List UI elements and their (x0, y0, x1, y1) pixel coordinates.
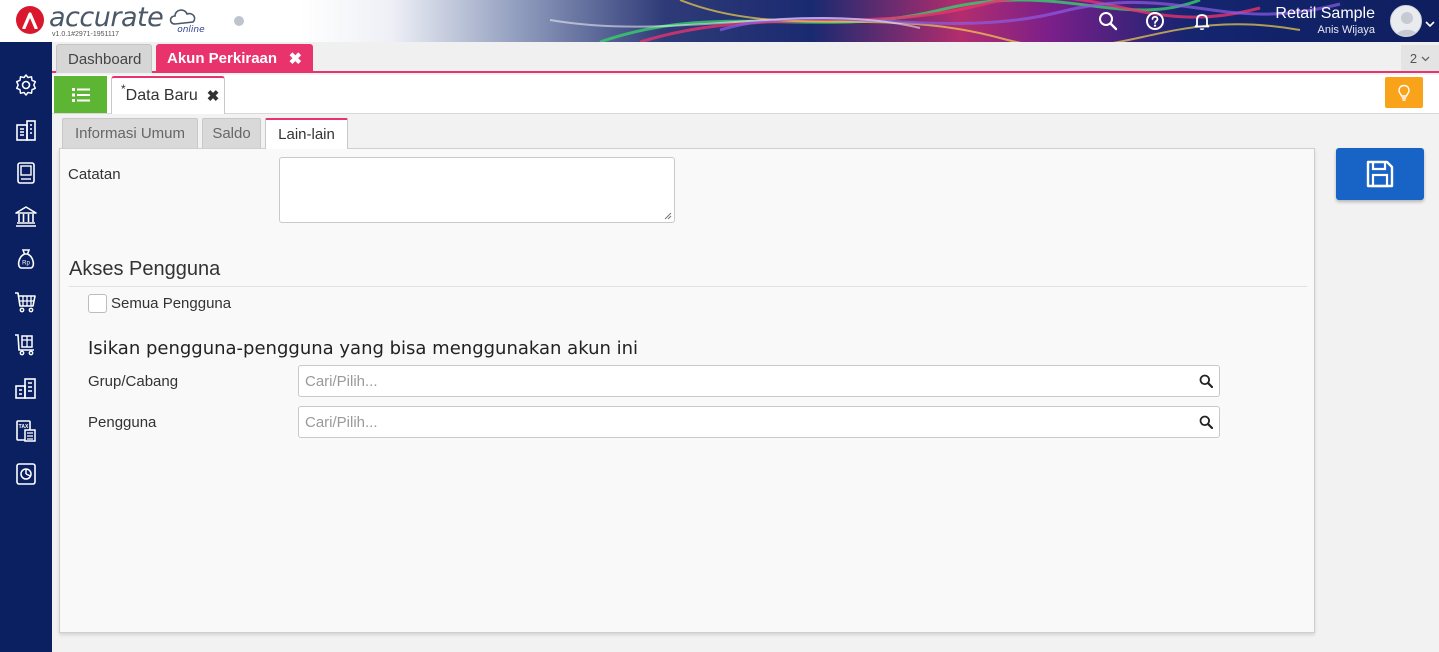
close-icon[interactable]: ✖ (289, 49, 302, 69)
bank-icon[interactable] (13, 203, 39, 229)
bell-icon[interactable] (1191, 10, 1213, 32)
search-icon[interactable] (1097, 10, 1119, 32)
list-icon (71, 87, 90, 102)
tab-dashboard-label: Dashboard (68, 50, 142, 68)
form-panel: Catatan Akses Pengguna Semua Pengguna Is… (59, 148, 1315, 633)
logo-online: online (177, 25, 205, 35)
ledger-icon[interactable] (13, 160, 39, 186)
tab-saldo-label: Saldo (212, 125, 251, 142)
logo-text: accurate (49, 2, 164, 33)
svg-text:Rp: Rp (22, 261, 30, 267)
unsaved-marker: * (121, 82, 126, 96)
sidebar: Rp TAX (0, 42, 52, 652)
grup-cabang-lookup[interactable] (298, 365, 1220, 397)
money-bag-icon[interactable]: Rp (13, 246, 39, 272)
module-tab-strip: Dashboard Akun Perkiraan ✖ 2 (52, 42, 1439, 73)
pengguna-instructions: Isikan pengguna-pengguna yang bisa mengg… (88, 338, 639, 359)
close-icon[interactable]: ✖ (207, 87, 220, 105)
logo-mark-icon (16, 6, 44, 34)
app-header: accurate online v1.0.1#2971-1951117 Reta… (0, 0, 1439, 42)
help-icon[interactable] (1144, 10, 1166, 32)
grup-cabang-input[interactable] (299, 366, 1179, 396)
avatar[interactable] (1390, 5, 1422, 37)
open-tabs-dropdown[interactable]: 2 (1401, 45, 1439, 71)
inventory-icon[interactable] (13, 375, 39, 401)
document-tab-bar: * Data Baru ✖ (52, 75, 1439, 114)
catatan-textarea[interactable] (279, 157, 675, 223)
pengguna-input[interactable] (299, 407, 1179, 437)
floppy-disk-icon (1366, 160, 1394, 188)
chevron-down-icon[interactable] (1425, 15, 1435, 33)
grup-cabang-label: Grup/Cabang (88, 373, 179, 390)
status-dot (234, 16, 244, 26)
tab-data-baru[interactable]: * Data Baru ✖ (111, 76, 225, 114)
lightbulb-icon (1398, 84, 1410, 101)
tab-lain-lain[interactable]: Lain-lain (265, 118, 348, 149)
gear-icon[interactable] (13, 72, 39, 98)
save-button[interactable] (1336, 148, 1424, 200)
open-tabs-count: 2 (1409, 50, 1418, 66)
chevron-down-icon (1421, 56, 1430, 61)
tab-saldo[interactable]: Saldo (202, 118, 261, 148)
section-divider (69, 286, 1307, 287)
report-icon[interactable] (13, 461, 39, 487)
tab-informasi-umum[interactable]: Informasi Umum (62, 118, 198, 148)
svg-text:TAX: TAX (19, 424, 29, 430)
catatan-label: Catatan (68, 166, 121, 183)
purchase-icon[interactable] (13, 332, 39, 358)
header-banner (300, 0, 1439, 42)
semua-pengguna-checkbox[interactable] (88, 294, 107, 313)
tax-icon[interactable]: TAX (13, 418, 39, 444)
semua-pengguna-label[interactable]: Semua Pengguna (111, 295, 231, 312)
section-akses-pengguna: Akses Pengguna (69, 258, 221, 280)
tips-button[interactable] (1385, 77, 1423, 108)
accurate-logo[interactable]: accurate online (16, 2, 205, 35)
company-name: Retail Sample (1275, 5, 1375, 22)
tab-data-baru-label: Data Baru (125, 87, 198, 104)
search-icon[interactable] (1199, 374, 1213, 388)
tab-akun-perkiraan[interactable]: Akun Perkiraan ✖ (156, 44, 313, 73)
company-icon[interactable] (13, 117, 39, 143)
company-switcher[interactable]: Retail Sample Anis Wijaya (1275, 5, 1375, 36)
resize-handle-icon[interactable] (664, 212, 672, 220)
cart-icon[interactable] (13, 289, 39, 315)
tab-akun-perkiraan-label: Akun Perkiraan (167, 50, 278, 67)
list-view-button[interactable] (54, 76, 107, 113)
tab-informasi-umum-label: Informasi Umum (74, 125, 186, 142)
user-name: Anis Wijaya (1317, 24, 1375, 36)
search-icon[interactable] (1199, 415, 1213, 429)
tab-dashboard[interactable]: Dashboard (56, 44, 152, 73)
tab-lain-lain-label: Lain-lain (278, 126, 335, 143)
cloud-icon: online (167, 6, 205, 35)
pengguna-label: Pengguna (88, 414, 157, 431)
app-version: v1.0.1#2971-1951117 (52, 31, 120, 38)
pengguna-lookup[interactable] (298, 406, 1220, 438)
